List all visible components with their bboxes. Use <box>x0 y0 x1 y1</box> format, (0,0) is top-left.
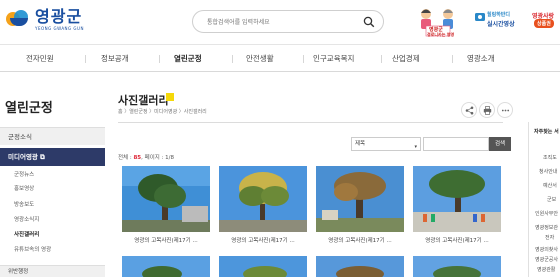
gallery-search-input[interactable] <box>423 137 489 151</box>
tree-photo-icon <box>316 256 404 277</box>
gallery-thumbnail[interactable] <box>316 166 404 232</box>
quick-link[interactable]: 영광군공사 <box>535 256 558 263</box>
nav-item-open-admin[interactable]: 열린군정 <box>174 53 202 64</box>
gallery-thumbnail[interactable] <box>316 256 404 277</box>
sidebar-item-media[interactable]: 미디어영광 ⧉ <box>0 148 105 166</box>
tree-photo-icon <box>316 166 404 232</box>
site-logo[interactable]: 영광군 YEONG GWANG GUN <box>6 8 84 31</box>
quick-links-title: 자주찾는 서 <box>534 129 559 135</box>
quick-link[interactable]: 영광의찾사 <box>535 246 558 253</box>
tree-photo-icon <box>413 256 501 277</box>
gallery-thumbnail[interactable] <box>122 256 210 277</box>
page-title: 사진갤러리 <box>118 94 169 107</box>
quick-link[interactable]: 군보 <box>547 196 556 203</box>
search-field-select[interactable]: 제목 ▾ <box>351 137 421 151</box>
breadcrumb: 홈 〉열린군정 〉미디어영광 〉사진갤러리 <box>118 109 207 115</box>
search-icon[interactable] <box>363 16 375 28</box>
quick-link[interactable]: 조직도 <box>543 154 557 161</box>
promo-banner-live[interactable]: 힐링하반디 실시간영상 <box>474 6 520 38</box>
quick-link[interactable]: 전자 <box>545 234 554 241</box>
sidebar-item-news[interactable]: 군정소식 <box>0 127 105 145</box>
gallery-thumbnail[interactable] <box>219 166 307 232</box>
count-value: 85 <box>133 155 142 161</box>
page-info: , 페이지 : 1/8 <box>141 155 175 161</box>
tree-photo-icon <box>413 166 501 232</box>
gallery-thumbnail[interactable] <box>219 256 307 277</box>
more-icon <box>501 109 510 112</box>
search-field-value: 제목 <box>355 141 366 147</box>
sidebar-sub-news[interactable]: 군정뉴스 <box>14 170 34 178</box>
quick-link[interactable]: 인원사무안 <box>535 210 558 217</box>
tree-photo-icon <box>219 256 307 277</box>
sidebar-sub-promo-video[interactable]: 홍보영상 <box>14 184 34 192</box>
gallery-search-button[interactable]: 검색 <box>489 137 511 151</box>
nav-item-info[interactable]: 정보공개 <box>101 53 129 64</box>
gallery-thumbnail[interactable] <box>122 166 210 232</box>
more-button[interactable] <box>497 102 513 118</box>
site-header: 영광군 YEONG GWANG GUN 영광군 경로니카는 영영 힐링하반디 실 <box>0 0 560 44</box>
logo-subtitle: YEONG GWANG GUN <box>35 26 84 31</box>
quick-link[interactable]: 영광관활 <box>537 266 555 273</box>
gallery-caption[interactable]: 영광의 고목사진(제17기 ... <box>413 236 501 244</box>
quick-link[interactable]: 청사안내 <box>539 168 557 175</box>
nav-item-economy[interactable]: 산업경제 <box>392 53 420 64</box>
result-count: 전체 : 85, 페이지 : 1/8 <box>118 153 174 161</box>
sidebar-sub-broadcast[interactable]: 방송보도 <box>14 200 34 208</box>
gallery-thumbnail[interactable] <box>413 256 501 277</box>
site-search-box <box>192 10 384 33</box>
promo1-line2: 경로니카는 영영 <box>427 32 455 37</box>
sidebar-sub-youtube[interactable]: 유튜브속의 영광 <box>14 245 51 253</box>
nav-item-civil[interactable]: 전자민원 <box>26 53 54 64</box>
print-icon <box>483 106 492 115</box>
count-label: 전체 : <box>118 155 134 161</box>
title-mark <box>166 93 174 101</box>
logo-mark-icon <box>6 8 32 30</box>
promo-banner-elderly[interactable]: 영광군 경로니카는 영영 <box>412 6 464 38</box>
promo3-line2: 상품권 <box>534 19 554 28</box>
gallery-caption[interactable]: 영광의 고목사진(제17기 ... <box>219 236 307 244</box>
main-nav: 전자민원 정보공개 열린군정 안전생활 인구교육복지 산업경제 영광소개 <box>0 44 560 72</box>
tree-photo-icon <box>219 166 307 232</box>
quick-links-panel: 자주찾는 서 조직도 청사안내 예산서 군보 인원사무안 영광정보관 전자 영광… <box>528 122 560 277</box>
quick-link[interactable]: 예산서 <box>543 182 557 189</box>
quick-link[interactable]: 영광정보관 <box>535 224 558 231</box>
logo-name: 영광군 <box>35 7 83 26</box>
tree-photo-icon <box>122 256 210 277</box>
print-button[interactable] <box>479 102 495 118</box>
gallery-thumbnail[interactable] <box>413 166 501 232</box>
site-search-input[interactable] <box>207 16 357 28</box>
share-icon <box>465 106 474 115</box>
sidebar-title: 열린군정 <box>5 101 53 116</box>
gallery-caption[interactable]: 영광의 고목사진(제17기 ... <box>122 236 210 244</box>
share-button[interactable] <box>461 102 477 118</box>
content-divider <box>118 122 503 123</box>
tree-photo-icon <box>122 166 210 232</box>
nav-item-about[interactable]: 영광소개 <box>467 53 495 64</box>
chevron-down-icon: ▾ <box>414 144 417 150</box>
sidebar-sub-newsletter[interactable]: 영광소식지 <box>14 215 39 223</box>
promo2-line2: 실시간영상 <box>487 21 515 28</box>
gallery-caption[interactable]: 영광의 고목사진(제17기 ... <box>316 236 404 244</box>
nav-item-safety[interactable]: 안전생활 <box>246 53 274 64</box>
sidebar-item-bottom[interactable]: 위반행정 <box>0 265 105 277</box>
sidebar-sub-gallery[interactable]: 사진갤러리 <box>14 230 39 238</box>
promo-banner-voucher[interactable]: 영광사랑 상품권 <box>530 6 560 38</box>
promo2-line1: 힐링하반디 <box>487 12 511 18</box>
nav-item-welfare[interactable]: 인구교육복지 <box>313 53 354 64</box>
camera-icon <box>475 13 485 21</box>
